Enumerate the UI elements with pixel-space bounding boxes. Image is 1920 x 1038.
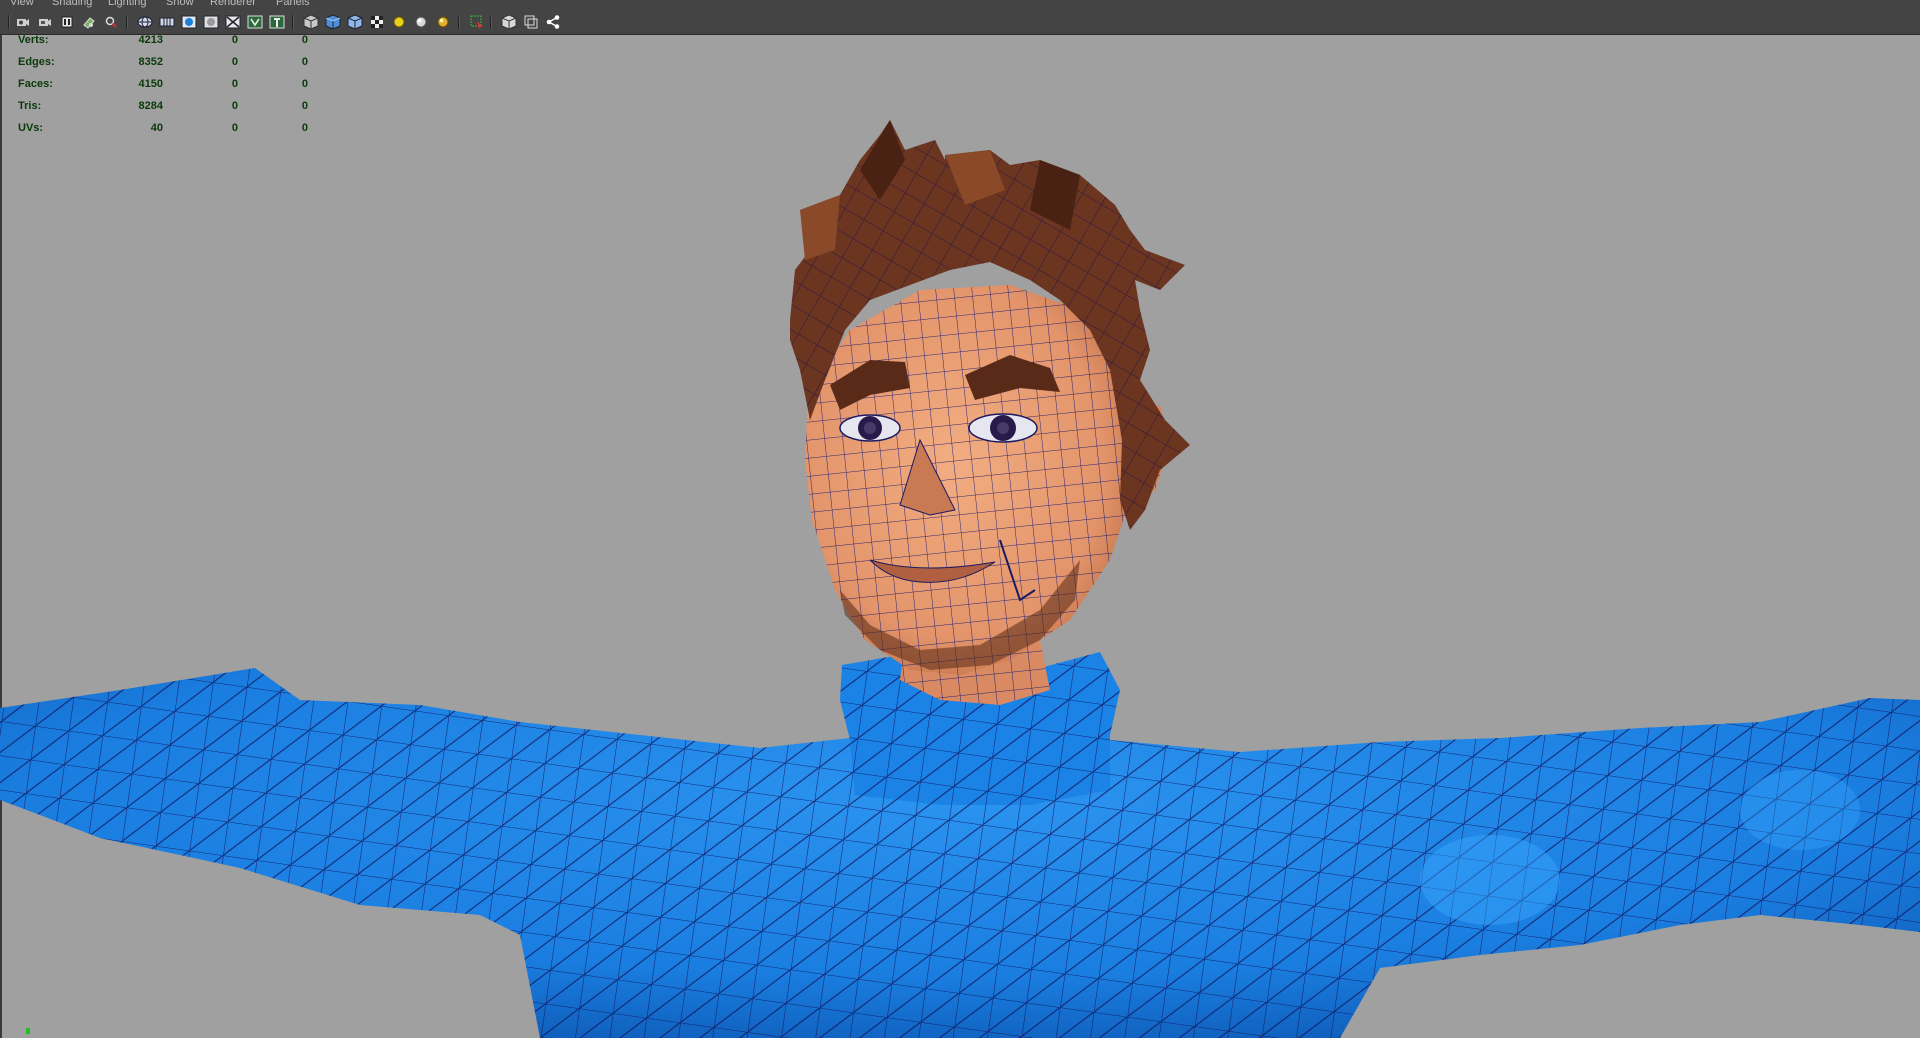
camera-attributes-icon[interactable] <box>36 13 53 30</box>
menu-show[interactable]: Show <box>166 0 194 8</box>
uv-icon[interactable] <box>246 13 263 30</box>
isolate-cube-icon[interactable] <box>302 13 319 30</box>
hud-value-component: 0 <box>301 56 308 68</box>
lights-icon[interactable] <box>390 13 407 30</box>
texture-icon[interactable] <box>268 13 285 30</box>
shaded-cube-icon[interactable] <box>346 13 363 30</box>
hud-row-tris: Tris: 8284 0 0 <box>18 100 308 122</box>
hud-label: Edges: <box>18 56 55 68</box>
grid-icon[interactable] <box>522 13 539 30</box>
hud-row-uvs: UVs: 40 0 0 <box>18 122 308 144</box>
hud-value-selected: 0 <box>231 56 238 68</box>
hud-value-total: 4213 <box>138 34 163 46</box>
two-d-pan-zoom-icon[interactable] <box>102 13 119 30</box>
hud-value-total: 4150 <box>138 78 163 90</box>
menu-renderer[interactable]: Renderer <box>210 0 256 8</box>
wireframe-icon[interactable] <box>136 13 153 30</box>
shade-all-icon[interactable] <box>180 13 197 30</box>
toolbar-separator <box>8 15 10 29</box>
hud-value-component: 0 <box>301 122 308 134</box>
hud-value-selected: 0 <box>231 78 238 90</box>
hud-value-selected: 0 <box>231 122 238 134</box>
hud-value-total: 8284 <box>138 100 163 112</box>
maya-viewport-window: View Shading Lighting Show Renderer Pane… <box>0 0 1920 1038</box>
image-plane-icon[interactable] <box>80 13 97 30</box>
smooth-shade-icon[interactable] <box>158 13 175 30</box>
hud-value-total: 40 <box>150 122 163 134</box>
character-model[interactable] <box>0 35 1920 1038</box>
hud-label: Faces: <box>18 78 53 90</box>
toolbar-separator <box>292 15 294 29</box>
checker-icon[interactable] <box>368 13 385 30</box>
hud-row-faces: Faces: 4150 0 0 <box>18 78 308 100</box>
default-material-icon[interactable] <box>324 13 341 30</box>
menu-shading[interactable]: Shading <box>52 0 92 8</box>
toolbar-separator <box>490 15 492 29</box>
hud-value-selected: 0 <box>231 100 238 112</box>
toolbar-separator <box>126 15 128 29</box>
camera-select-icon[interactable] <box>14 13 31 30</box>
hierarchy-icon[interactable] <box>544 13 561 30</box>
hud-label: UVs: <box>18 122 44 134</box>
panel-menu-bar: View Shading Lighting Show Renderer Pane… <box>0 0 1920 10</box>
bookmarks-icon[interactable] <box>58 13 75 30</box>
toolbar-separator <box>458 15 460 29</box>
hud-row-verts: Verts: 4213 0 0 <box>18 34 308 56</box>
axis-indicator <box>26 1028 30 1034</box>
hud-row-edges: Edges: 8352 0 0 <box>18 56 308 78</box>
view-cube-icon[interactable] <box>500 13 517 30</box>
xray-icon[interactable] <box>224 13 241 30</box>
menu-view[interactable]: View <box>10 0 34 8</box>
flat-shade-icon[interactable] <box>202 13 219 30</box>
menu-panels[interactable]: Panels <box>276 0 310 8</box>
hud-label: Verts: <box>18 34 49 46</box>
hud-value-component: 0 <box>301 78 308 90</box>
hud-value-selected: 0 <box>231 34 238 46</box>
hud-value-component: 0 <box>301 100 308 112</box>
ambient-occlusion-icon[interactable] <box>434 13 451 30</box>
hud-value-total: 8352 <box>138 56 163 68</box>
panel-toolbar <box>0 10 1920 35</box>
poly-count-hud: Verts: 4213 0 0 Edges: 8352 0 0 Faces: 4… <box>18 34 308 144</box>
hud-label: Tris: <box>18 100 42 112</box>
hud-value-component: 0 <box>301 34 308 46</box>
select-highlight-icon[interactable] <box>468 13 485 30</box>
shadows-icon[interactable] <box>412 13 429 30</box>
menu-lighting[interactable]: Lighting <box>108 0 147 8</box>
